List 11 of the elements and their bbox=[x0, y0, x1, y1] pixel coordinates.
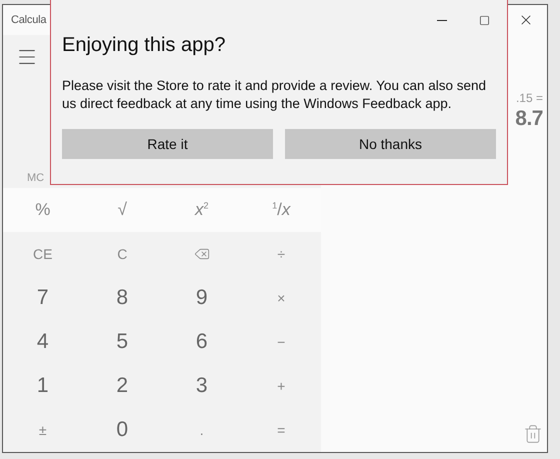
dialog-button[interactable]: Rate it bbox=[62, 129, 273, 159]
dialog-message: Please visit the Store to rate it and provide a review. You can also send us direct feedback at any time using the Windows Feedback app. bbox=[62, 77, 488, 113]
window-title: Calcula bbox=[11, 14, 46, 26]
dialog-button[interactable]: No thanks bbox=[285, 129, 496, 159]
function-key[interactable]: √ bbox=[82, 188, 162, 232]
history-result: 8.7 bbox=[515, 107, 543, 131]
dialog-title: Enjoying this app? bbox=[62, 34, 226, 57]
history-expression: .15 = bbox=[516, 91, 543, 105]
function-key[interactable]: % bbox=[3, 188, 82, 232]
function-key[interactable]: x$^{2}$ bbox=[162, 188, 242, 232]
function-key[interactable]: $^{1}$/x bbox=[242, 188, 321, 232]
